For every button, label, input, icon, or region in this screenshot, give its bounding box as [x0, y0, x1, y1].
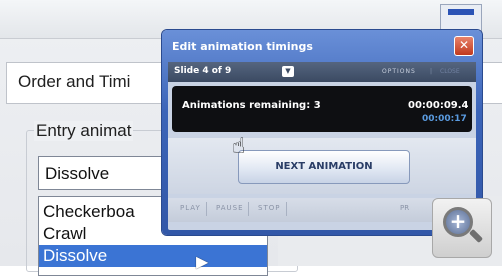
- previous-button[interactable]: PR: [400, 204, 409, 212]
- pointer-cursor-icon: ▶: [196, 252, 209, 271]
- entry-animation-label: Entry animat: [34, 121, 134, 141]
- close-icon[interactable]: ✕: [454, 36, 474, 56]
- separator: |: [430, 68, 433, 75]
- slide-bar: Slide 4 of 9 ▼ OPTIONS | CLOSE: [168, 62, 476, 82]
- animations-remaining: Animations remaining: 3: [182, 100, 321, 111]
- chevron-down-icon[interactable]: ▼: [282, 66, 294, 77]
- hand-cursor-icon: ☝: [232, 134, 246, 159]
- zoom-button[interactable]: +: [432, 198, 492, 258]
- list-item-selected[interactable]: Dissolve: [39, 245, 267, 267]
- dialog-title: Edit animation timings: [172, 40, 313, 53]
- playback-controls: PLAY PAUSE STOP PR: [168, 198, 476, 222]
- timing-display: Animations remaining: 3 00:00:09.4 00:00…: [172, 86, 472, 132]
- next-animation-button[interactable]: NEXT ANIMATION: [238, 150, 410, 184]
- elapsed-time: 00:00:09.4: [408, 100, 469, 111]
- total-time: 00:00:17: [422, 114, 467, 124]
- tab-order-and-timing[interactable]: Order and Timi: [18, 72, 130, 92]
- dialog-body: Slide 4 of 9 ▼ OPTIONS | CLOSE Animation…: [168, 62, 476, 230]
- play-button[interactable]: PLAY: [180, 204, 201, 212]
- divider: [286, 202, 287, 216]
- pause-button[interactable]: PAUSE: [216, 204, 244, 212]
- stop-button[interactable]: STOP: [258, 204, 280, 212]
- entry-animation-dropdown[interactable]: Dissolve: [38, 156, 178, 190]
- divider: [248, 202, 249, 216]
- divider: [206, 202, 207, 216]
- magnifier-handle: [468, 228, 484, 244]
- next-animation-area: NEXT ANIMATION: [168, 138, 476, 194]
- slide-selector[interactable]: Slide 4 of 9: [174, 66, 231, 76]
- options-button[interactable]: OPTIONS: [382, 68, 416, 75]
- close-link[interactable]: CLOSE: [440, 68, 460, 75]
